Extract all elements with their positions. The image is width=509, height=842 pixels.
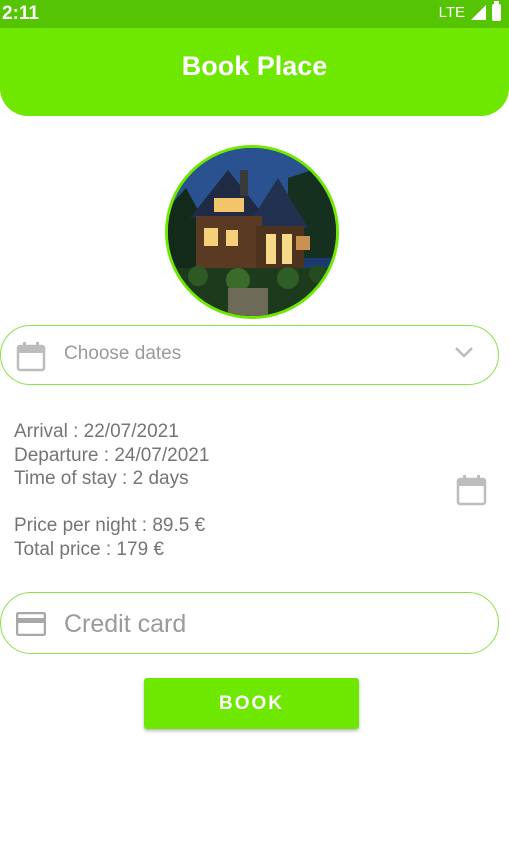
stay-details: Arrival : 22/07/2021 Departure : 24/07/2… (14, 420, 209, 491)
app-bar: Book Place (0, 28, 509, 116)
calendar-icon[interactable] (456, 474, 487, 506)
status-indicators: LTE (438, 1, 501, 21)
network-label: LTE (438, 4, 465, 21)
chevron-down-icon[interactable] (454, 346, 474, 358)
calendar-icon (16, 342, 46, 372)
signal-icon (471, 5, 486, 20)
status-time: 2:11 (2, 3, 39, 24)
place-photo (165, 145, 339, 319)
choose-dates-placeholder: Choose dates (64, 343, 182, 364)
time-of-stay-text: Time of stay : 2 days (14, 468, 189, 489)
book-place-screen: 2:11 LTE Book Place Choose dates Arrival… (0, 0, 509, 842)
book-button[interactable]: BOOK (144, 678, 359, 729)
total-price-text: Total price : 179 € (14, 538, 164, 560)
credit-card-placeholder: Credit card (64, 610, 187, 638)
credit-card-field[interactable]: Credit card (0, 592, 499, 654)
departure-text: Departure : 24/07/2021 (14, 444, 210, 466)
choose-dates-field[interactable]: Choose dates (0, 325, 499, 385)
status-bar: 2:11 LTE (0, 0, 509, 28)
battery-icon (492, 1, 501, 21)
page-title: Book Place (181, 50, 328, 81)
house-illustration (168, 148, 336, 316)
price-per-night-text: Price per night : 89.5 € (14, 515, 206, 536)
arrival-text: Arrival : 22/07/2021 (14, 421, 179, 442)
price-details: Price per night : 89.5 € Total price : 1… (14, 514, 205, 561)
credit-card-icon (16, 612, 46, 636)
